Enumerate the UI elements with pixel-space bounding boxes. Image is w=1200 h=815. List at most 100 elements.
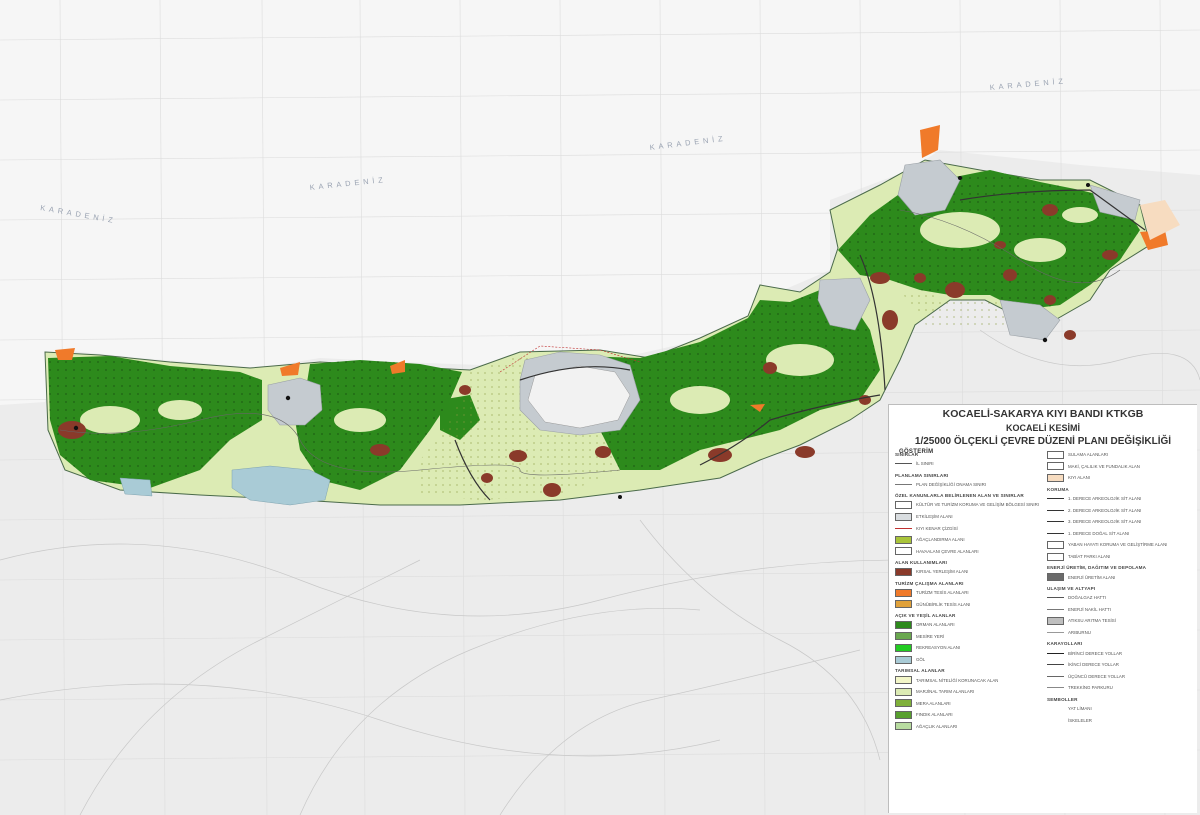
legend-label: İSKELELER xyxy=(1068,717,1092,723)
legend-row: GÜNÜBİRLİK TESİS ALANI xyxy=(895,598,1041,610)
legend-row: TREKKİNG PARKURU xyxy=(1047,682,1193,694)
legend-label: PLAN DEĞİŞİKLİĞİ ONAMA SINIRI xyxy=(916,481,987,487)
legend-row: MAKİ, ÇALILIK VE FUNDALIK ALAN xyxy=(1047,461,1193,473)
legend-row: YABAN HAYATI KORUMA VE GELİŞTİRME ALANI xyxy=(1047,539,1193,551)
legend-swatch xyxy=(895,699,912,708)
legend-row: MESİRE YERİ xyxy=(895,631,1041,643)
legend-swatch xyxy=(895,567,912,576)
legend-row: KIYI KENAR ÇİZGİSİ xyxy=(895,522,1041,534)
legend-row: 3. DERECE ARKEOLOJİK SİT ALANI xyxy=(1047,516,1193,528)
legend-section-heading: SEMBOLLER xyxy=(1047,696,1078,702)
legend-swatch xyxy=(1047,532,1064,534)
legend-swatch xyxy=(895,600,912,609)
legend-swatch xyxy=(1047,540,1064,549)
legend-swatch xyxy=(1047,552,1064,561)
legend-section-heading: ULAŞIM VE ALTYAPI xyxy=(1047,585,1096,591)
legend-label: KÜLTÜR VE TURİZM KORUMA VE GELİŞİM BÖLGE… xyxy=(916,502,1040,508)
legend-swatch xyxy=(895,687,912,696)
legend-label: FINDIK ALANLARI xyxy=(916,712,953,718)
legend-label: MAKİ, ÇALILIK VE FUNDALIK ALAN xyxy=(1068,463,1140,469)
legend-swatch xyxy=(895,527,912,529)
legend-subtitle: KOCAELİ KESİMİ xyxy=(1005,423,1080,434)
legend-label: İL SINIRI xyxy=(916,461,934,467)
legend-row: 2. DERECE ARKEOLOJİK SİT ALANI xyxy=(1047,504,1193,516)
legend-section-heading: TURİZM ÇALIŞMA ALANLARI xyxy=(895,580,964,586)
legend-label: MESİRE YERİ xyxy=(916,633,945,639)
legend-swatch xyxy=(895,483,912,485)
legend-swatch xyxy=(1047,597,1064,599)
legend-swatch xyxy=(895,500,912,509)
legend-swatch xyxy=(895,722,912,731)
legend-label: 1. DERECE DOĞAL SİT ALANI xyxy=(1068,530,1130,536)
legend-row: KIRSAL YERLEŞİM ALANI xyxy=(895,566,1041,578)
legend-row: ARIBURNU xyxy=(1047,627,1193,639)
legend-label: KIRSAL YERLEŞİM ALANI xyxy=(916,569,969,575)
legend-label: AĞAÇLIK ALANLARI xyxy=(916,723,958,729)
legend-row: AĞAÇLIK ALANLARI xyxy=(895,721,1041,733)
legend-label: TABİAT PARKI ALANI xyxy=(1068,554,1111,560)
legend-label: 1. DERECE ARKEOLOJİK SİT ALANI xyxy=(1068,496,1142,502)
legend-swatch xyxy=(895,463,912,465)
map-legend: KOCAELİ-SAKARYA KIYI BANDI KTKGB KOCAELİ… xyxy=(888,404,1197,813)
legend-row: KÜLTÜR VE TURİZM KORUMA VE GELİŞİM BÖLGE… xyxy=(895,499,1041,511)
legend-label: ETKİLEŞİM ALANI xyxy=(916,514,953,520)
legend-row: TABİAT PARKI ALANI xyxy=(1047,551,1193,563)
legend-swatch xyxy=(895,710,912,719)
legend-row: ENERJİ NAKİL HATTI xyxy=(1047,604,1193,616)
legend-section-heading: KARAYOLLARI xyxy=(1047,641,1083,647)
legend-row: 1. DERECE ARKEOLOJİK SİT ALANI xyxy=(1047,493,1193,505)
legend-section-heading: KORUMA xyxy=(1047,486,1069,492)
legend-swatch xyxy=(1047,719,1064,721)
legend-label: İKİNCİ DERECE YOLLAR xyxy=(1068,662,1119,668)
legend-swatch xyxy=(895,547,912,556)
legend-section-heading: ALAN KULLANIMLARI xyxy=(895,560,948,566)
legend-label: REKREASYON ALANI xyxy=(916,645,961,651)
legend-title: KOCAELİ-SAKARYA KIYI BANDI KTKGB xyxy=(942,408,1144,420)
legend-row: DOĞALGAZ HATTI xyxy=(1047,592,1193,604)
legend-swatch xyxy=(1047,473,1064,482)
legend-row: 1. DERECE DOĞAL SİT ALANI xyxy=(1047,528,1193,540)
legend-plan-title: 1/25000 ÖLÇEKLİ ÇEVRE DÜZENİ PLANI DEĞİŞ… xyxy=(914,436,1172,448)
legend-swatch xyxy=(1047,707,1064,709)
legend-column-right: SULAMA ALANLARI MAKİ, ÇALILIK VE FUNDALIK… xyxy=(1047,449,1193,811)
legend-row: KIYI ALANI xyxy=(1047,472,1193,484)
legend-label: 3. DERECE ARKEOLOJİK SİT ALANI xyxy=(1068,519,1142,525)
legend-label: KIYI ALANI xyxy=(1068,475,1090,481)
legend-row: ATIKSU ARITMA TESİSİ xyxy=(1047,615,1193,627)
legend-row: BİRİNCİ DERECE YOLLAR xyxy=(1047,647,1193,659)
legend-label: HAVAALANI ÇEVRE ALANLARI xyxy=(916,548,979,554)
legend-swatch xyxy=(895,620,912,629)
legend-section-heading: SINIRLAR xyxy=(895,452,919,457)
legend-label: DOĞALGAZ HATTI xyxy=(1068,595,1106,601)
legend-swatch xyxy=(895,643,912,652)
legend-section-heading: AÇIK VE YEŞİL ALANLAR xyxy=(895,612,956,618)
legend-swatch xyxy=(1047,675,1064,677)
legend-row: REKREASYON ALANI xyxy=(895,642,1041,654)
legend-swatch xyxy=(1047,509,1064,511)
legend-row: SULAMA ALANLARI xyxy=(1047,449,1193,461)
legend-swatch xyxy=(1047,573,1064,582)
legend-swatch xyxy=(1047,664,1064,666)
legend-row: TARIMSAL NİTELİĞİ KORUNACAK ALAN xyxy=(895,674,1041,686)
legend-row: FINDIK ALANLARI xyxy=(895,709,1041,721)
legend-row: ÜÇÜNCÜ DERECE YOLLAR xyxy=(1047,671,1193,683)
legend-swatch xyxy=(895,655,912,664)
legend-label: AĞAÇLANDIRMA ALANI xyxy=(916,537,965,543)
legend-row: TURİZM TESİS ALANLARI xyxy=(895,587,1041,599)
legend-swatch xyxy=(895,632,912,641)
legend-label: ÜÇÜNCÜ DERECE YOLLAR xyxy=(1068,673,1126,679)
legend-row: ORMAN ALANLARI xyxy=(895,619,1041,631)
legend-swatch xyxy=(1047,652,1064,654)
legend-row: MERA ALANLARI xyxy=(895,698,1041,710)
legend-label: TREKKİNG PARKURU xyxy=(1068,685,1113,691)
legend-label: MARJİNAL TARIM ALANLARI xyxy=(916,689,975,695)
legend-label: BİRİNCİ DERECE YOLLAR xyxy=(1068,650,1123,656)
legend-swatch xyxy=(1047,632,1064,634)
legend-label: YABAN HAYATI KORUMA VE GELİŞTİRME ALANI xyxy=(1068,542,1168,548)
legend-label: MERA ALANLARI xyxy=(916,700,951,706)
legend-swatch xyxy=(1047,521,1064,523)
legend-label: TURİZM TESİS ALANLARI xyxy=(916,590,969,596)
legend-row: HAVAALANI ÇEVRE ALANLARI xyxy=(895,546,1041,558)
legend-row: ETKİLEŞİM ALANI xyxy=(895,511,1041,523)
legend-swatch xyxy=(895,676,912,685)
